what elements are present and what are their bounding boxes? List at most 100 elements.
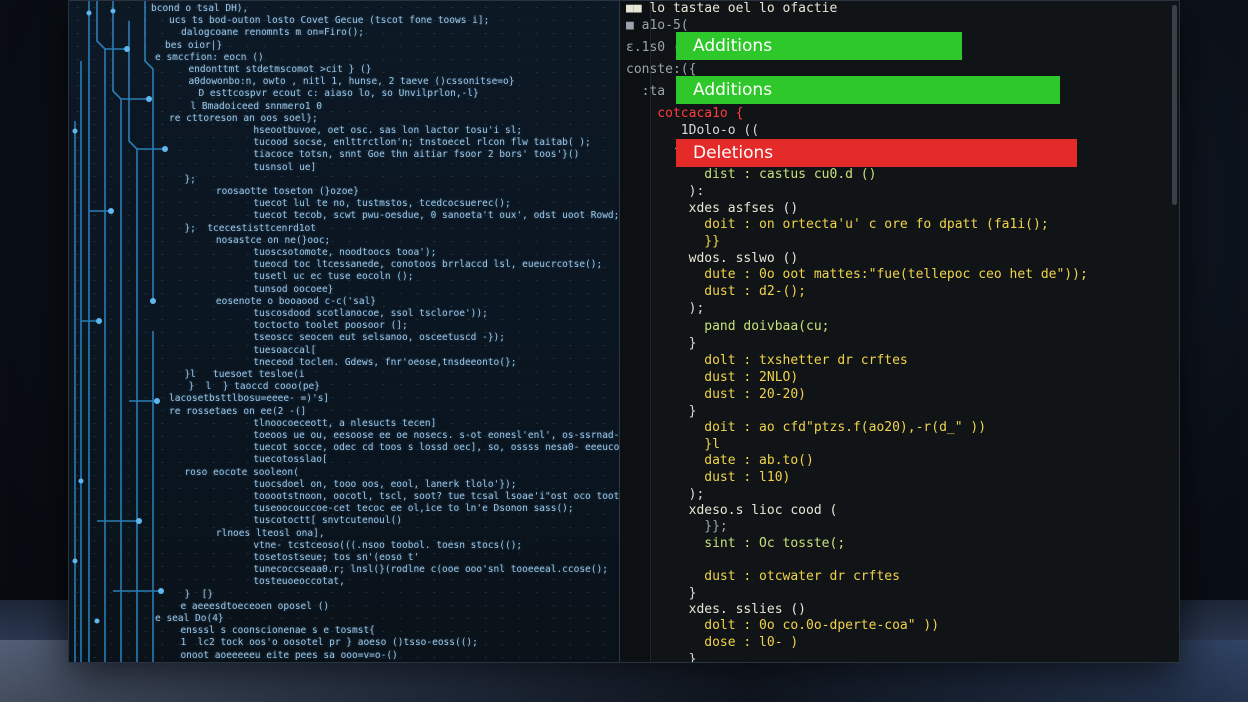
left-code-line: tusnsol ue] [219, 161, 317, 173]
right-code-line: dolt : 0o co.0o-dperte-coa" )) [626, 618, 940, 633]
diff-viewer-window: bcond o tsal DH), ucs ts bod-outon losto … [68, 0, 1180, 663]
left-code-line: tuecot tecob, scwt pwu-oesdue, 0 sanoeta… [219, 210, 619, 222]
right-code-line: } [626, 404, 697, 419]
left-code-line: vtne- tcstceoso(((.nsoo toobol. toesn st… [219, 539, 523, 551]
right-code-line: date : ab.to() [626, 453, 814, 468]
left-code-line: tusetl uc ec tuse eocoln (); [219, 271, 414, 283]
right-code-line: } [626, 336, 697, 351]
left-code-line: } l } taoccd cooo(pe} [177, 381, 320, 393]
left-code-line: re rossetaes on ee(2 -(] [169, 405, 307, 417]
right-code-line: xdes asfses () [626, 201, 799, 216]
deletions-label: Deletions [693, 143, 774, 163]
right-code-line: xdes. sslies () [626, 602, 807, 617]
right-code-line: cotcaca1o { [626, 106, 744, 121]
right-code-line: dust : 20-20) [626, 387, 807, 402]
right-code-line: dolt : txshetter dr crftes [626, 353, 908, 368]
deletions-highlight: Deletions [676, 139, 1077, 167]
left-code-line: tuecotosslao[ [219, 454, 328, 466]
left-code-line: tosetostseue; tos sn'(eoso t' [219, 552, 420, 563]
right-code-line: - [626, 141, 681, 156]
right-code-line: }}; [626, 519, 728, 534]
right-code-line: ): [626, 184, 705, 199]
right-code-line: ); [626, 487, 705, 502]
right-code-line: doit : on ortecta'u' c ore fo dpatt (fa1… [626, 217, 1049, 232]
left-code-line: } [} [173, 588, 214, 600]
left-code-line: bcond o tsal DH), [151, 3, 249, 14]
additions-highlight-1: Additions [676, 32, 962, 60]
left-code-line: tiacoce totsn, snnt Goe thn aitiar fsoor… [219, 149, 580, 161]
right-code-line: xdeso.s lioc cood ( [626, 503, 838, 518]
left-code-line: toctocto toolet poosoor (]; [219, 320, 408, 332]
left-code-line: tuseoocouccoe-cet tecoc ee ol,ice to ln'… [219, 503, 574, 515]
left-code-line: ensssl s coonscionenae s e tosmst{ [169, 625, 375, 637]
right-code-line: pand doivbaa(cu; [626, 319, 830, 334]
right-code-line: dust : 2NLO) [626, 370, 799, 385]
left-code-line: tuscosdood scotlanocoe, ssol tscloroe'))… [219, 308, 488, 319]
right-code-line: ɛ.1s0 ( [626, 40, 681, 55]
right-code-line: :ta [626, 84, 666, 99]
left-code-line: lacosetbsttlbosu=eeee- =)'s] [169, 393, 330, 405]
left-code-line: e seal Do(4} [155, 613, 224, 624]
left-code-line: }; tcecestisttcenrd1ot [173, 222, 316, 234]
right-code-line: ■■ lo tastae oel lo ofactie [626, 1, 838, 16]
left-code-line: tuoscsotomote, noodtoocs tooa'); [219, 247, 437, 258]
left-code-line: 1 lc2 tock oos'o oosotel pr } aoeso ()ts… [169, 637, 478, 649]
right-code-line: }l [626, 437, 720, 452]
right-code-line: ); [626, 301, 705, 316]
left-code-line: e aeeesdtoeceoen oposel () [169, 600, 330, 612]
left-code-line: a0dowonbo:n, owto , nitl 1, hunse, 2 tae… [177, 76, 515, 88]
additions-label-2: Additions [693, 80, 773, 100]
left-code-line: tunecoccseaa0.r; lnsl(}(rodlne c(ooe ooo… [219, 564, 608, 576]
left-code-line: rlnoes lteosl ona], [193, 527, 325, 539]
right-code-line: wdos. sslwo () [626, 251, 799, 266]
left-code-line: tseoscc seocen eut selsanoo, osceetuscd … [219, 332, 505, 344]
left-code-line: D esttcospvr ecout c: aiaso lo, so Unvil… [187, 88, 479, 100]
left-code-line: tuesoaccal[ [219, 344, 317, 356]
circuit-decoration [72, 1, 168, 662]
left-code-line: tlnoocoeceott, a nlesucts tecen] [219, 417, 437, 429]
left-code-line: tuocsdoel on, tooo oos, eool, lanerk tlo… [219, 478, 517, 490]
right-code-line: }} [626, 234, 720, 249]
left-code-line: roso eocote sooleon( [173, 466, 299, 478]
left-code-line: tosteuoeoccotat, [219, 576, 345, 588]
left-code-line: nosastce on ne(}ooc; [193, 234, 331, 246]
right-code-line: } [626, 586, 697, 601]
left-code-line: tuscotoctt[ snvtcutenoul() [219, 515, 403, 527]
left-code-line: onoot aoeeeeeu eite pees sa ooo=v=o-() [169, 649, 398, 661]
right-code-line: doit : ao cfd"ptzs.f(ao20),-r(d_" )) [626, 420, 987, 435]
left-code-line: }l tuesoet tesloe(i [173, 369, 305, 380]
additions-label-1: Additions [693, 36, 773, 56]
left-code-line: roosaotte toseton (}ozoe} [193, 186, 359, 197]
left-code-pane[interactable]: bcond o tsal DH), ucs ts bod-outon losto … [69, 1, 619, 662]
right-code-line: dist : castus cu0.d () [626, 167, 877, 182]
left-code-line: tunsod oocoee} [219, 283, 334, 295]
left-code-line: }; [173, 173, 196, 185]
left-code-line: eosenote o booaood c-c('sal} [193, 295, 377, 307]
right-code-line: dose : l0- ) [626, 635, 799, 650]
right-code-line: } [626, 652, 697, 663]
left-code-line: tneceod toclen. Gdews, fnr'oeose,tnsdeeo… [219, 356, 517, 368]
scrollbar[interactable] [1172, 5, 1177, 205]
left-code-line: re cttoreson an oos soel}; [169, 112, 318, 124]
left-code-line: dalogcoane renomnts m on=Firo(); [181, 27, 365, 39]
left-code-line: hseootbuvoe, oet osc. sas lon lactor tos… [219, 125, 523, 136]
right-code-line: dust : otcwater dr crftes [626, 569, 900, 584]
left-code-line: e smccfion: eocn () [155, 51, 264, 63]
right-code-line: dust : l10) [626, 470, 791, 485]
right-code-line: dust : d2-(); [626, 284, 807, 299]
left-code-line: tuecot socce, odec cd toos s lossd oec],… [219, 442, 619, 454]
right-code-line: 1Dolo-o (( [626, 123, 760, 138]
right-code-line: dute : 0o oot mattes:"fue(tellepoc ceo h… [626, 267, 1088, 282]
right-code-line: sint : Oc tosste(; [626, 536, 846, 551]
additions-highlight-2: Additions [676, 76, 1060, 104]
left-code-line: bes oior|} [165, 39, 223, 51]
left-code-line: toeoos ue ou, eesoose ee oe nosecs. s-ot… [219, 430, 619, 441]
right-code-pane[interactable]: ■■ lo tastae oel lo ofactie ■ a1o-5(ɛ.1s0… [620, 1, 1179, 663]
left-code-line: endonttmt stdetmscomot >cit } (} [177, 64, 372, 75]
left-code-line: tuecot lul te no, tustmstos, tcedcocsuer… [219, 198, 511, 210]
left-code-line: tucood socse, enlttrctlon'n; tnstoecel r… [219, 137, 591, 149]
left-code-line: tooootstnoon, oocotl, tscl, soot? tue tc… [253, 491, 619, 502]
left-code-line: tueocd toc ltcessanede, conotoos brrlacc… [219, 259, 603, 271]
left-code-line: ucs ts bod-outon losto Covet Gecue (tsco… [169, 15, 490, 27]
left-code-line: l Bmadoiceed snnmero1 0 [179, 100, 322, 112]
